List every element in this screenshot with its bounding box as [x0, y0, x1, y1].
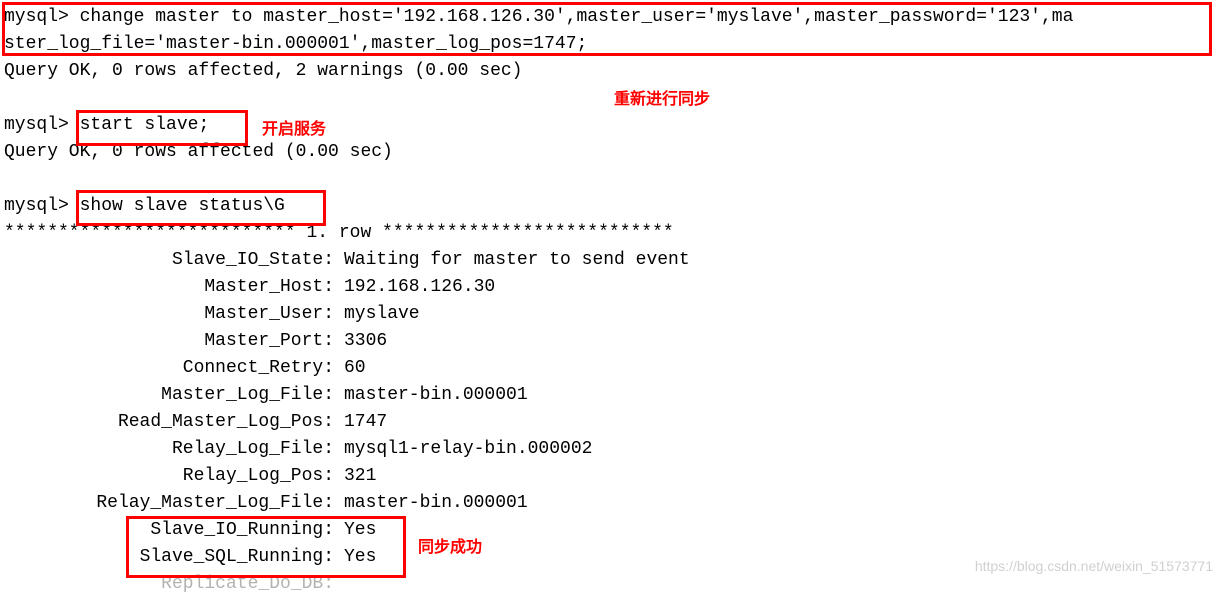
prompt: mysql> — [4, 196, 69, 216]
cmd-start-slave: start slave; — [80, 115, 210, 135]
field-connect-retry: Connect_Retry: 60 — [4, 355, 1217, 382]
field-value: 192.168.126.30 — [334, 274, 495, 301]
field-master-user: Master_User: myslave — [4, 301, 1217, 328]
watermark: https://blog.csdn.net/weixin_51573771 — [975, 556, 1213, 577]
field-label: Connect_Retry: — [4, 355, 334, 382]
cmd-change-master-line2: ster_log_file='master-bin.000001',master… — [4, 31, 1217, 58]
field-read-master-log-pos: Read_Master_Log_Pos: 1747 — [4, 409, 1217, 436]
field-slave-io-running: Slave_IO_Running: Yes — [4, 517, 1217, 544]
field-relay-log-file: Relay_Log_File: mysql1-relay-bin.000002 — [4, 436, 1217, 463]
prompt: mysql> — [4, 7, 69, 27]
blank-1 — [4, 85, 1217, 112]
field-label: Relay_Log_Pos: — [4, 463, 334, 490]
cmd1-part1: change master to master_host='192.168.12… — [80, 7, 1074, 27]
cmd-show-slave-line: mysql> show slave status\G — [4, 193, 1217, 220]
result-2: Query OK, 0 rows affected (0.00 sec) — [4, 139, 1217, 166]
field-label: Slave_IO_Running: — [4, 517, 334, 544]
field-value: mysql1-relay-bin.000002 — [334, 436, 592, 463]
field-value: 60 — [334, 355, 366, 382]
field-value: 321 — [334, 463, 376, 490]
cmd-change-master-line1: mysql> change master to master_host='192… — [4, 4, 1217, 31]
field-value: 3306 — [334, 328, 387, 355]
annotation-sync-success: 同步成功 — [418, 536, 482, 560]
result-1: Query OK, 0 rows affected, 2 warnings (0… — [4, 58, 1217, 85]
field-relay-log-pos: Relay_Log_Pos: 321 — [4, 463, 1217, 490]
row-header: *************************** 1. row *****… — [4, 220, 1217, 247]
annotation-start-service: 开启服务 — [262, 118, 326, 142]
field-label: Relay_Master_Log_File: — [4, 490, 334, 517]
field-label: Slave_IO_State: — [4, 247, 334, 274]
field-relay-master-log-file: Relay_Master_Log_File: master-bin.000001 — [4, 490, 1217, 517]
field-master-log-file: Master_Log_File: master-bin.000001 — [4, 382, 1217, 409]
blank-2 — [4, 166, 1217, 193]
field-label: Master_Port: — [4, 328, 334, 355]
field-value: Yes — [334, 517, 376, 544]
cmd1-part2: ster_log_file='master-bin.000001',master… — [4, 34, 587, 54]
field-value: master-bin.000001 — [334, 382, 528, 409]
annotation-resync: 重新进行同步 — [614, 88, 710, 112]
field-label: Master_User: — [4, 301, 334, 328]
field-label: Master_Host: — [4, 274, 334, 301]
field-value: myslave — [334, 301, 420, 328]
field-label: Replicate_Do_DB: — [4, 571, 334, 598]
cmd-start-slave-line: mysql> start slave; — [4, 112, 1217, 139]
field-master-host: Master_Host: 192.168.126.30 — [4, 274, 1217, 301]
prompt: mysql> — [4, 115, 69, 135]
cmd-show-slave-status: show slave status\G — [80, 196, 285, 216]
field-value: 1747 — [334, 409, 387, 436]
field-label: Relay_Log_File: — [4, 436, 334, 463]
field-value: master-bin.000001 — [334, 490, 528, 517]
field-value: Waiting for master to send event — [334, 247, 690, 274]
field-label: Slave_SQL_Running: — [4, 544, 334, 571]
field-label: Master_Log_File: — [4, 382, 334, 409]
field-value: Yes — [334, 544, 376, 571]
field-master-port: Master_Port: 3306 — [4, 328, 1217, 355]
field-label: Read_Master_Log_Pos: — [4, 409, 334, 436]
field-slave-io-state: Slave_IO_State: Waiting for master to se… — [4, 247, 1217, 274]
